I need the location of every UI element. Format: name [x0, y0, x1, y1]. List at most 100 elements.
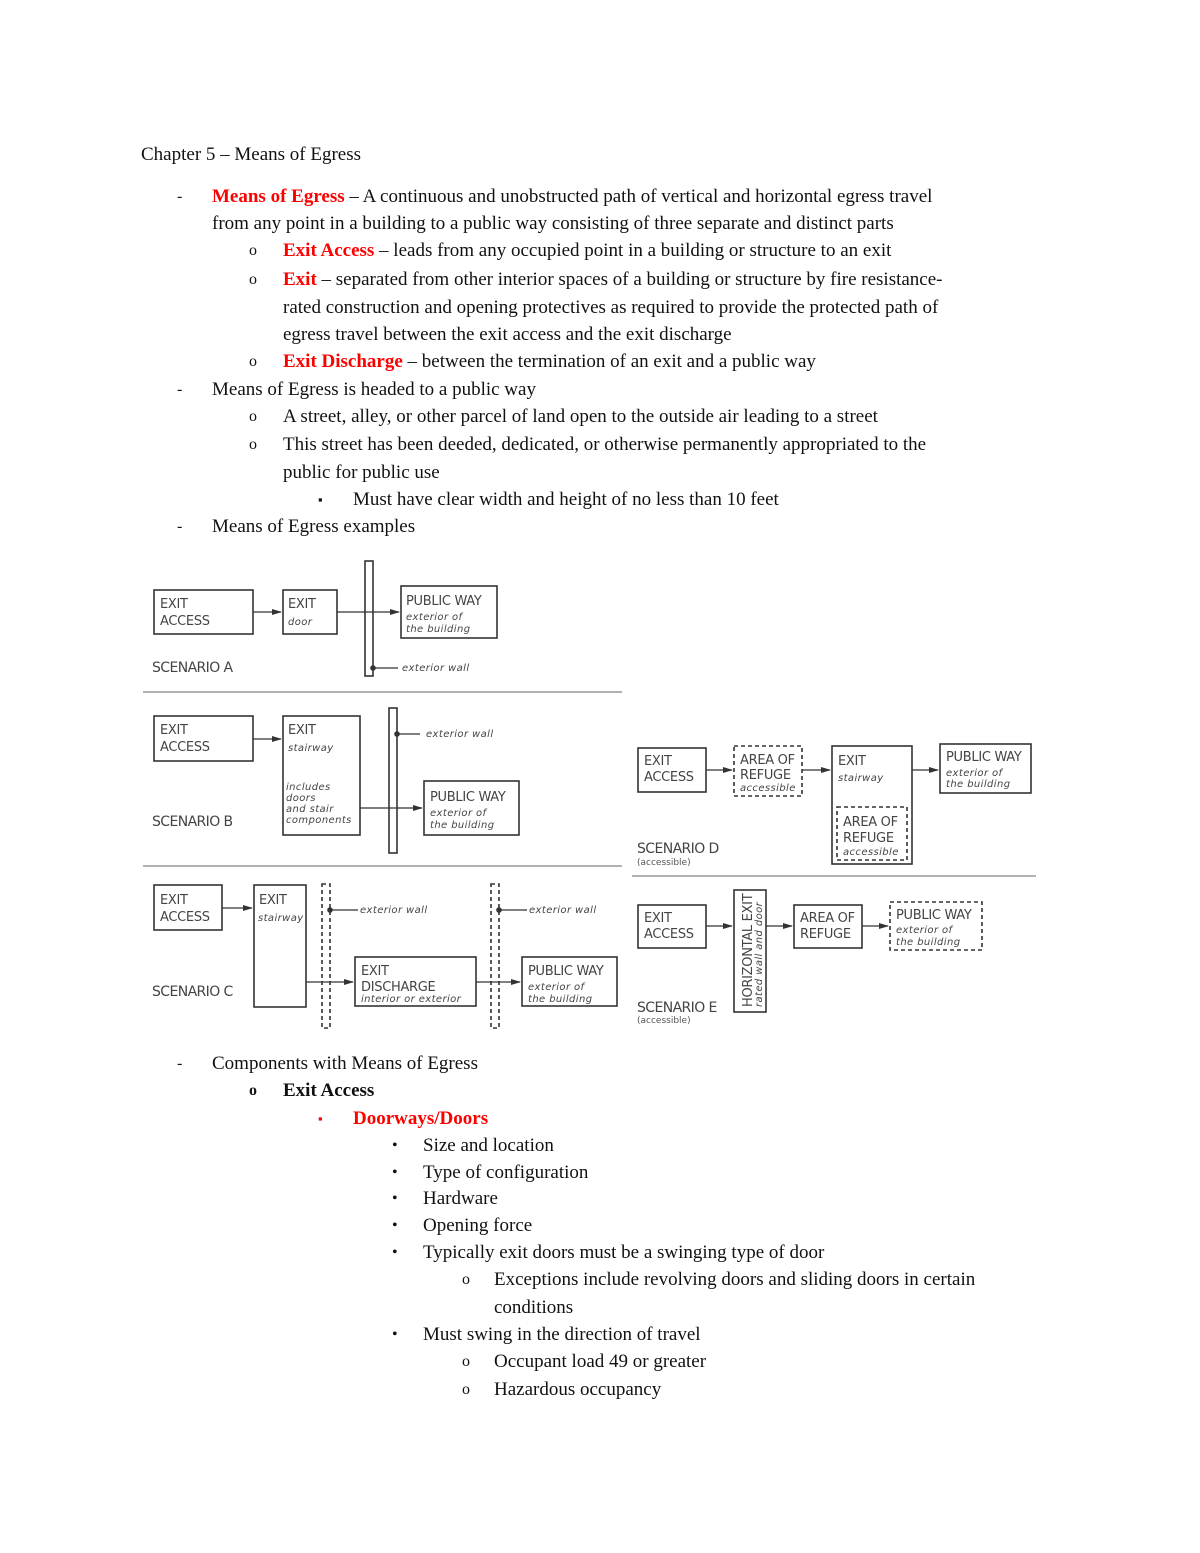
label-access: ACCESS	[644, 770, 694, 785]
scenario-e-label: SCENARIO E	[637, 1000, 717, 1016]
door-bullet: Hardware	[423, 1188, 498, 1209]
exit-access-subheading: Exit Access	[283, 1080, 375, 1101]
circle-marker: o	[249, 271, 257, 288]
dash-marker: -	[177, 518, 183, 535]
public-way-item-continued: public for public use	[283, 462, 440, 483]
public-way-item: This street has been deeded, dedicated, …	[283, 434, 927, 455]
door-bullet: Size and location	[423, 1135, 554, 1156]
label-stairway: stairway	[838, 773, 884, 784]
bullet-marker: •	[392, 1326, 398, 1343]
circle-marker: o	[249, 408, 257, 425]
term-exit: Exit	[283, 269, 317, 290]
public-way-heading: Means of Egress is headed to a public wa…	[212, 379, 536, 400]
swing-condition: Hazardous occupancy	[494, 1379, 662, 1400]
label-exterior-wall: exterior wall	[360, 905, 428, 916]
bullet-marker: •	[392, 1190, 398, 1207]
label-exterior-wall: exterior wall	[529, 905, 597, 916]
term-exit-discharge: Exit Discharge	[283, 351, 403, 372]
document-page: Chapter 5 – Means of Egress - Means of E…	[0, 0, 1200, 1553]
dash-marker: -	[177, 1055, 183, 1072]
label-accessible: accessible	[843, 847, 899, 858]
label-the-building: the building	[406, 624, 470, 635]
label-the-building: the building	[430, 820, 494, 831]
label-area-of: AREA OF	[843, 815, 898, 830]
door-bullet: Typically exit doors must be a swinging …	[423, 1242, 825, 1263]
label-includes: doors	[286, 793, 316, 804]
label-refuge: REFUGE	[800, 927, 851, 942]
exception-item-continued: conditions	[494, 1297, 574, 1318]
exterior-wall	[364, 560, 374, 677]
page-title: Chapter 5 – Means of Egress	[141, 144, 362, 165]
label-access: ACCESS	[160, 910, 210, 925]
accessible-note: (accessible)	[637, 1016, 691, 1026]
dash-marker: -	[177, 188, 183, 205]
means-of-egress-diagram: EXIT ACCESS EXIT door PUBLIC WAY exterio…	[143, 560, 1036, 1029]
label-access: ACCESS	[160, 740, 210, 755]
circle-marker: o	[249, 242, 257, 259]
label-includes: includes	[286, 782, 331, 793]
door-bullet: Must swing in the direction of travel	[423, 1324, 701, 1345]
label-door: door	[288, 617, 313, 628]
label-exit: EXIT	[288, 723, 316, 738]
scenario-c-label: SCENARIO C	[152, 984, 233, 1000]
label-exit: EXIT	[259, 893, 287, 908]
clear-width-requirement: Must have clear width and height of no l…	[353, 489, 779, 510]
term-means-of-egress: Means of Egress	[212, 186, 345, 207]
circle-marker: o	[249, 353, 257, 370]
dash-marker: -	[177, 381, 183, 398]
label-the-building: the building	[946, 779, 1010, 790]
label-rated-wall-and-door: rated wall and door	[754, 901, 765, 1007]
label-access: ACCESS	[160, 614, 210, 629]
label-exit: EXIT	[160, 893, 188, 908]
label-exterior-wall: exterior wall	[426, 729, 494, 740]
label-exterior-wall: exterior wall	[402, 663, 470, 674]
label-public-way: PUBLIC WAY	[528, 964, 604, 979]
exit-discharge-definition: Exit Discharge – between the termination…	[283, 351, 816, 372]
label-refuge: REFUGE	[843, 831, 894, 846]
label-area-of: AREA OF	[740, 753, 795, 768]
circle-marker: o	[249, 436, 257, 453]
label-public-way: PUBLIC WAY	[430, 790, 506, 805]
label-exit: EXIT	[838, 754, 866, 769]
examples-heading: Means of Egress examples	[212, 516, 416, 537]
scenario-a-label: SCENARIO A	[152, 660, 233, 676]
circle-marker: o	[249, 1082, 257, 1099]
exit-definition-line2: rated construction and opening protectiv…	[283, 297, 939, 318]
doorways-category: Doorways/Doors	[353, 1108, 489, 1129]
circle-marker: o	[462, 1271, 470, 1288]
label-exit: EXIT	[160, 723, 188, 738]
label-stairway: stairway	[288, 743, 334, 754]
label-the-building: the building	[896, 937, 960, 948]
exit-definition: Exit – separated from other interior spa…	[283, 269, 943, 290]
label-public-way: PUBLIC WAY	[406, 594, 482, 609]
label-exterior-of: exterior of	[528, 982, 586, 993]
label-the-building: the building	[528, 994, 592, 1005]
bullet-marker: •	[392, 1244, 398, 1261]
square-marker: ▪	[318, 1111, 323, 1126]
swing-condition: Occupant load 49 or greater	[494, 1351, 707, 1372]
label-public-way: PUBLIC WAY	[896, 908, 972, 923]
bullet-marker: •	[392, 1217, 398, 1234]
label-exterior-of: exterior of	[946, 768, 1004, 779]
label-exit: EXIT	[288, 597, 316, 612]
label-exit: EXIT	[644, 911, 672, 926]
door-bullet: Type of configuration	[423, 1162, 589, 1183]
exit-access-definition: Exit Access – leads from any occupied po…	[283, 240, 892, 261]
label-refuge: REFUGE	[740, 768, 791, 783]
label-access: ACCESS	[644, 927, 694, 942]
label-exterior-of: exterior of	[406, 612, 464, 623]
label-exit: EXIT	[160, 597, 188, 612]
label-includes: and stair	[286, 804, 334, 815]
label-discharge: DISCHARGE	[361, 980, 436, 995]
label-exterior-of: exterior of	[430, 808, 488, 819]
label-public-way: PUBLIC WAY	[946, 750, 1022, 765]
scenario-b-label: SCENARIO B	[152, 814, 233, 830]
exit-definition-line3: egress travel between the exit access an…	[283, 324, 732, 345]
label-area-of: AREA OF	[800, 911, 855, 926]
bullet-marker: •	[392, 1164, 398, 1181]
accessible-note: (accessible)	[637, 858, 691, 868]
square-marker: ▪	[318, 492, 323, 507]
label-accessible: accessible	[740, 783, 796, 794]
bullet-marker: •	[392, 1137, 398, 1154]
components-heading: Components with Means of Egress	[212, 1053, 478, 1074]
